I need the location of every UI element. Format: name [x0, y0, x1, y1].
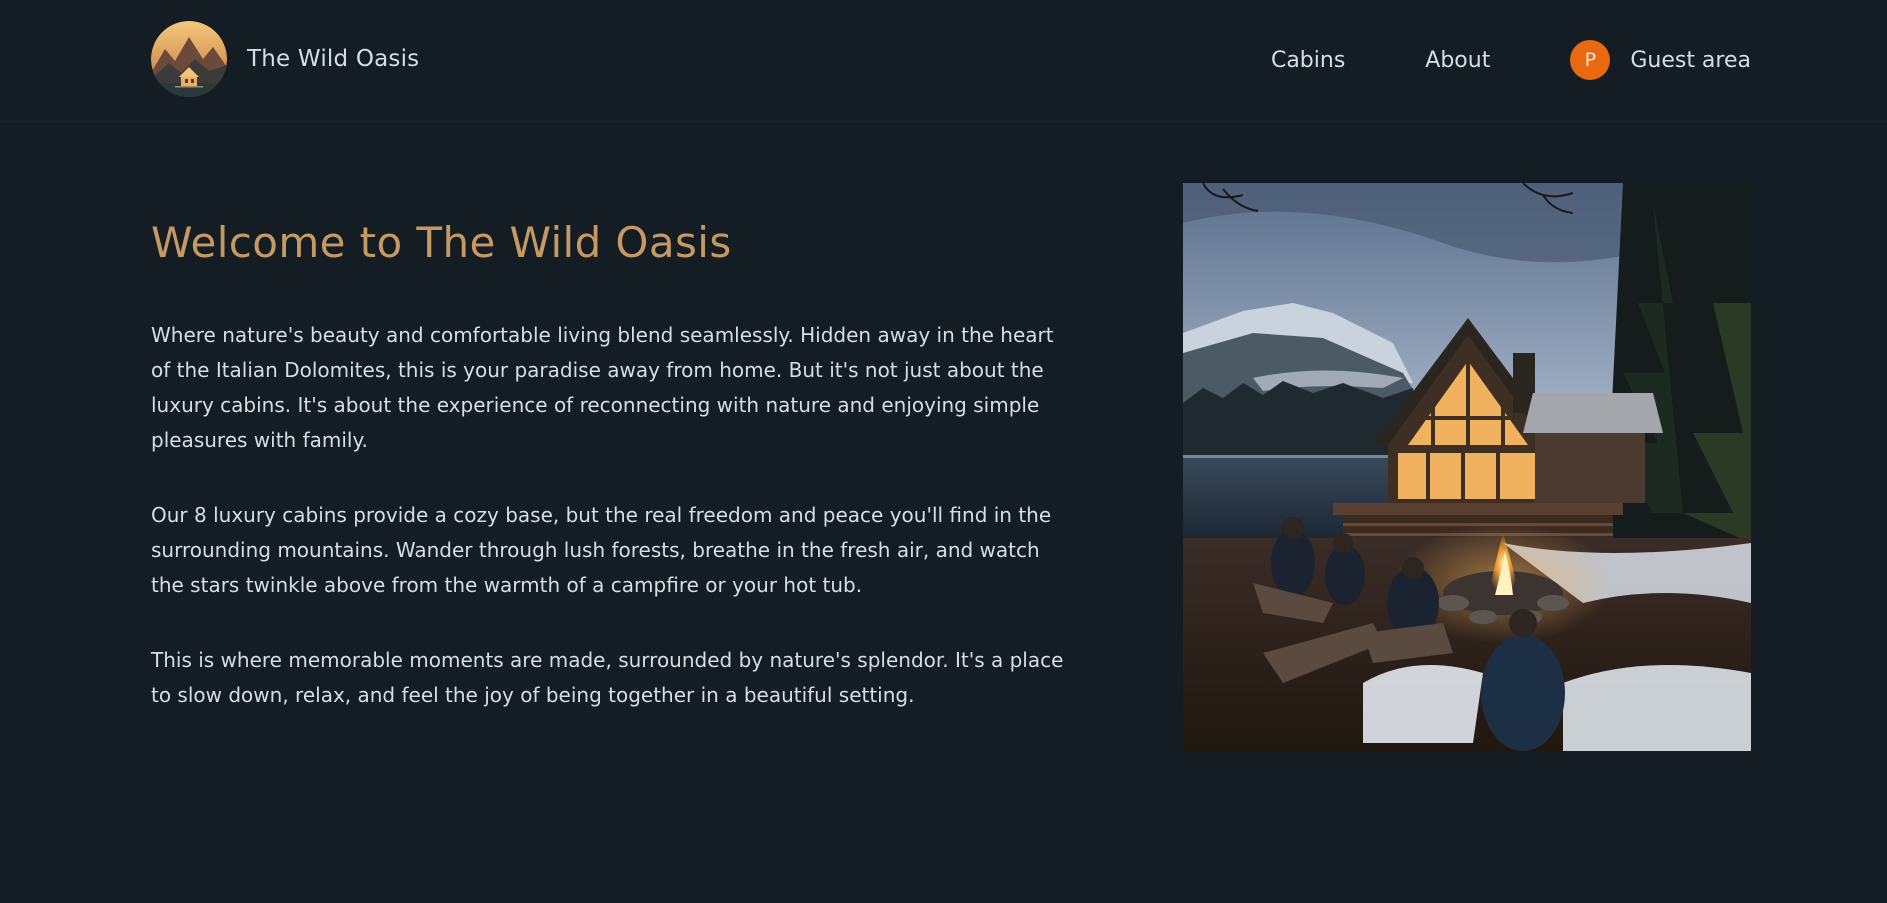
- guest-area-label: Guest area: [1630, 47, 1751, 73]
- intro-paragraph-1: Where nature's beauty and comfortable li…: [151, 323, 1054, 452]
- welcome-section: Welcome to The Wild Oasis Where nature's…: [151, 218, 1071, 753]
- nav-about-link[interactable]: About: [1425, 48, 1490, 73]
- nav-guest-area-link[interactable]: P Guest area: [1570, 40, 1751, 80]
- nav-cabins-link[interactable]: Cabins: [1271, 48, 1345, 73]
- hero-image: [1183, 183, 1751, 751]
- site-header: The Wild Oasis Cabins About P Guest area: [0, 0, 1887, 122]
- logo-image: [151, 21, 227, 97]
- logo-link[interactable]: The Wild Oasis: [151, 21, 419, 97]
- intro-paragraph-3: This is where memorable moments are made…: [151, 648, 1064, 707]
- intro-paragraph-2: Our 8 luxury cabins provide a cozy base,…: [151, 503, 1052, 597]
- user-avatar: P: [1570, 40, 1611, 80]
- brand-name: The Wild Oasis: [247, 46, 420, 72]
- main-nav: Cabins About P Guest area: [1271, 40, 1751, 80]
- page-title: Welcome to The Wild Oasis: [151, 218, 732, 267]
